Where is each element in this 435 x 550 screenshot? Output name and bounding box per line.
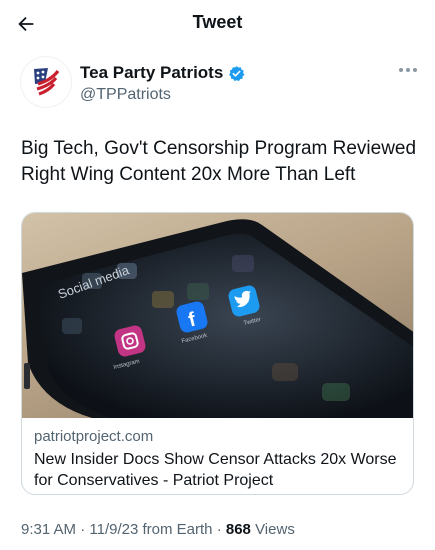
- name-row: Tea Party Patriots: [80, 63, 245, 83]
- tweet-author: Tea Party Patriots @TPPatriots: [20, 56, 420, 116]
- verified-badge-icon: [229, 65, 245, 81]
- card-domain: patriotproject.com: [34, 428, 154, 445]
- meta-separator: ·: [216, 521, 222, 538]
- link-card[interactable]: Social media Instagram f Facebook Twitte…: [21, 212, 414, 495]
- meta-separator: ·: [80, 521, 86, 538]
- views-label: Views: [255, 521, 295, 538]
- page-title: Tweet: [192, 12, 243, 32]
- tweet-text: Big Tech, Gov't Censorship Program Revie…: [21, 138, 417, 185]
- card-image[interactable]: Social media Instagram f Facebook Twitte…: [22, 213, 413, 418]
- tweet-time[interactable]: 9:31 AM: [21, 521, 76, 538]
- card-title: New Insider Docs Show Censor Attacks 20x…: [34, 451, 397, 489]
- views-count[interactable]: 868: [226, 521, 251, 538]
- more-horizontal-icon: [399, 68, 403, 72]
- patriot-logo-icon: [34, 67, 60, 100]
- avatar[interactable]: [20, 56, 72, 108]
- tweet-source: from Earth: [142, 521, 213, 538]
- more-options-button[interactable]: [396, 62, 420, 78]
- handle[interactable]: @TPPatriots: [80, 86, 171, 104]
- top-bar: Tweet: [0, 0, 435, 46]
- display-name[interactable]: Tea Party Patriots: [80, 63, 223, 83]
- tweet-date[interactable]: 11/9/23: [89, 521, 138, 538]
- tweet-meta: 9:31 AM · 11/9/23 from Earth · 868 Views: [21, 521, 295, 538]
- phone-illustration: Social media Instagram f Facebook Twitte…: [22, 219, 413, 418]
